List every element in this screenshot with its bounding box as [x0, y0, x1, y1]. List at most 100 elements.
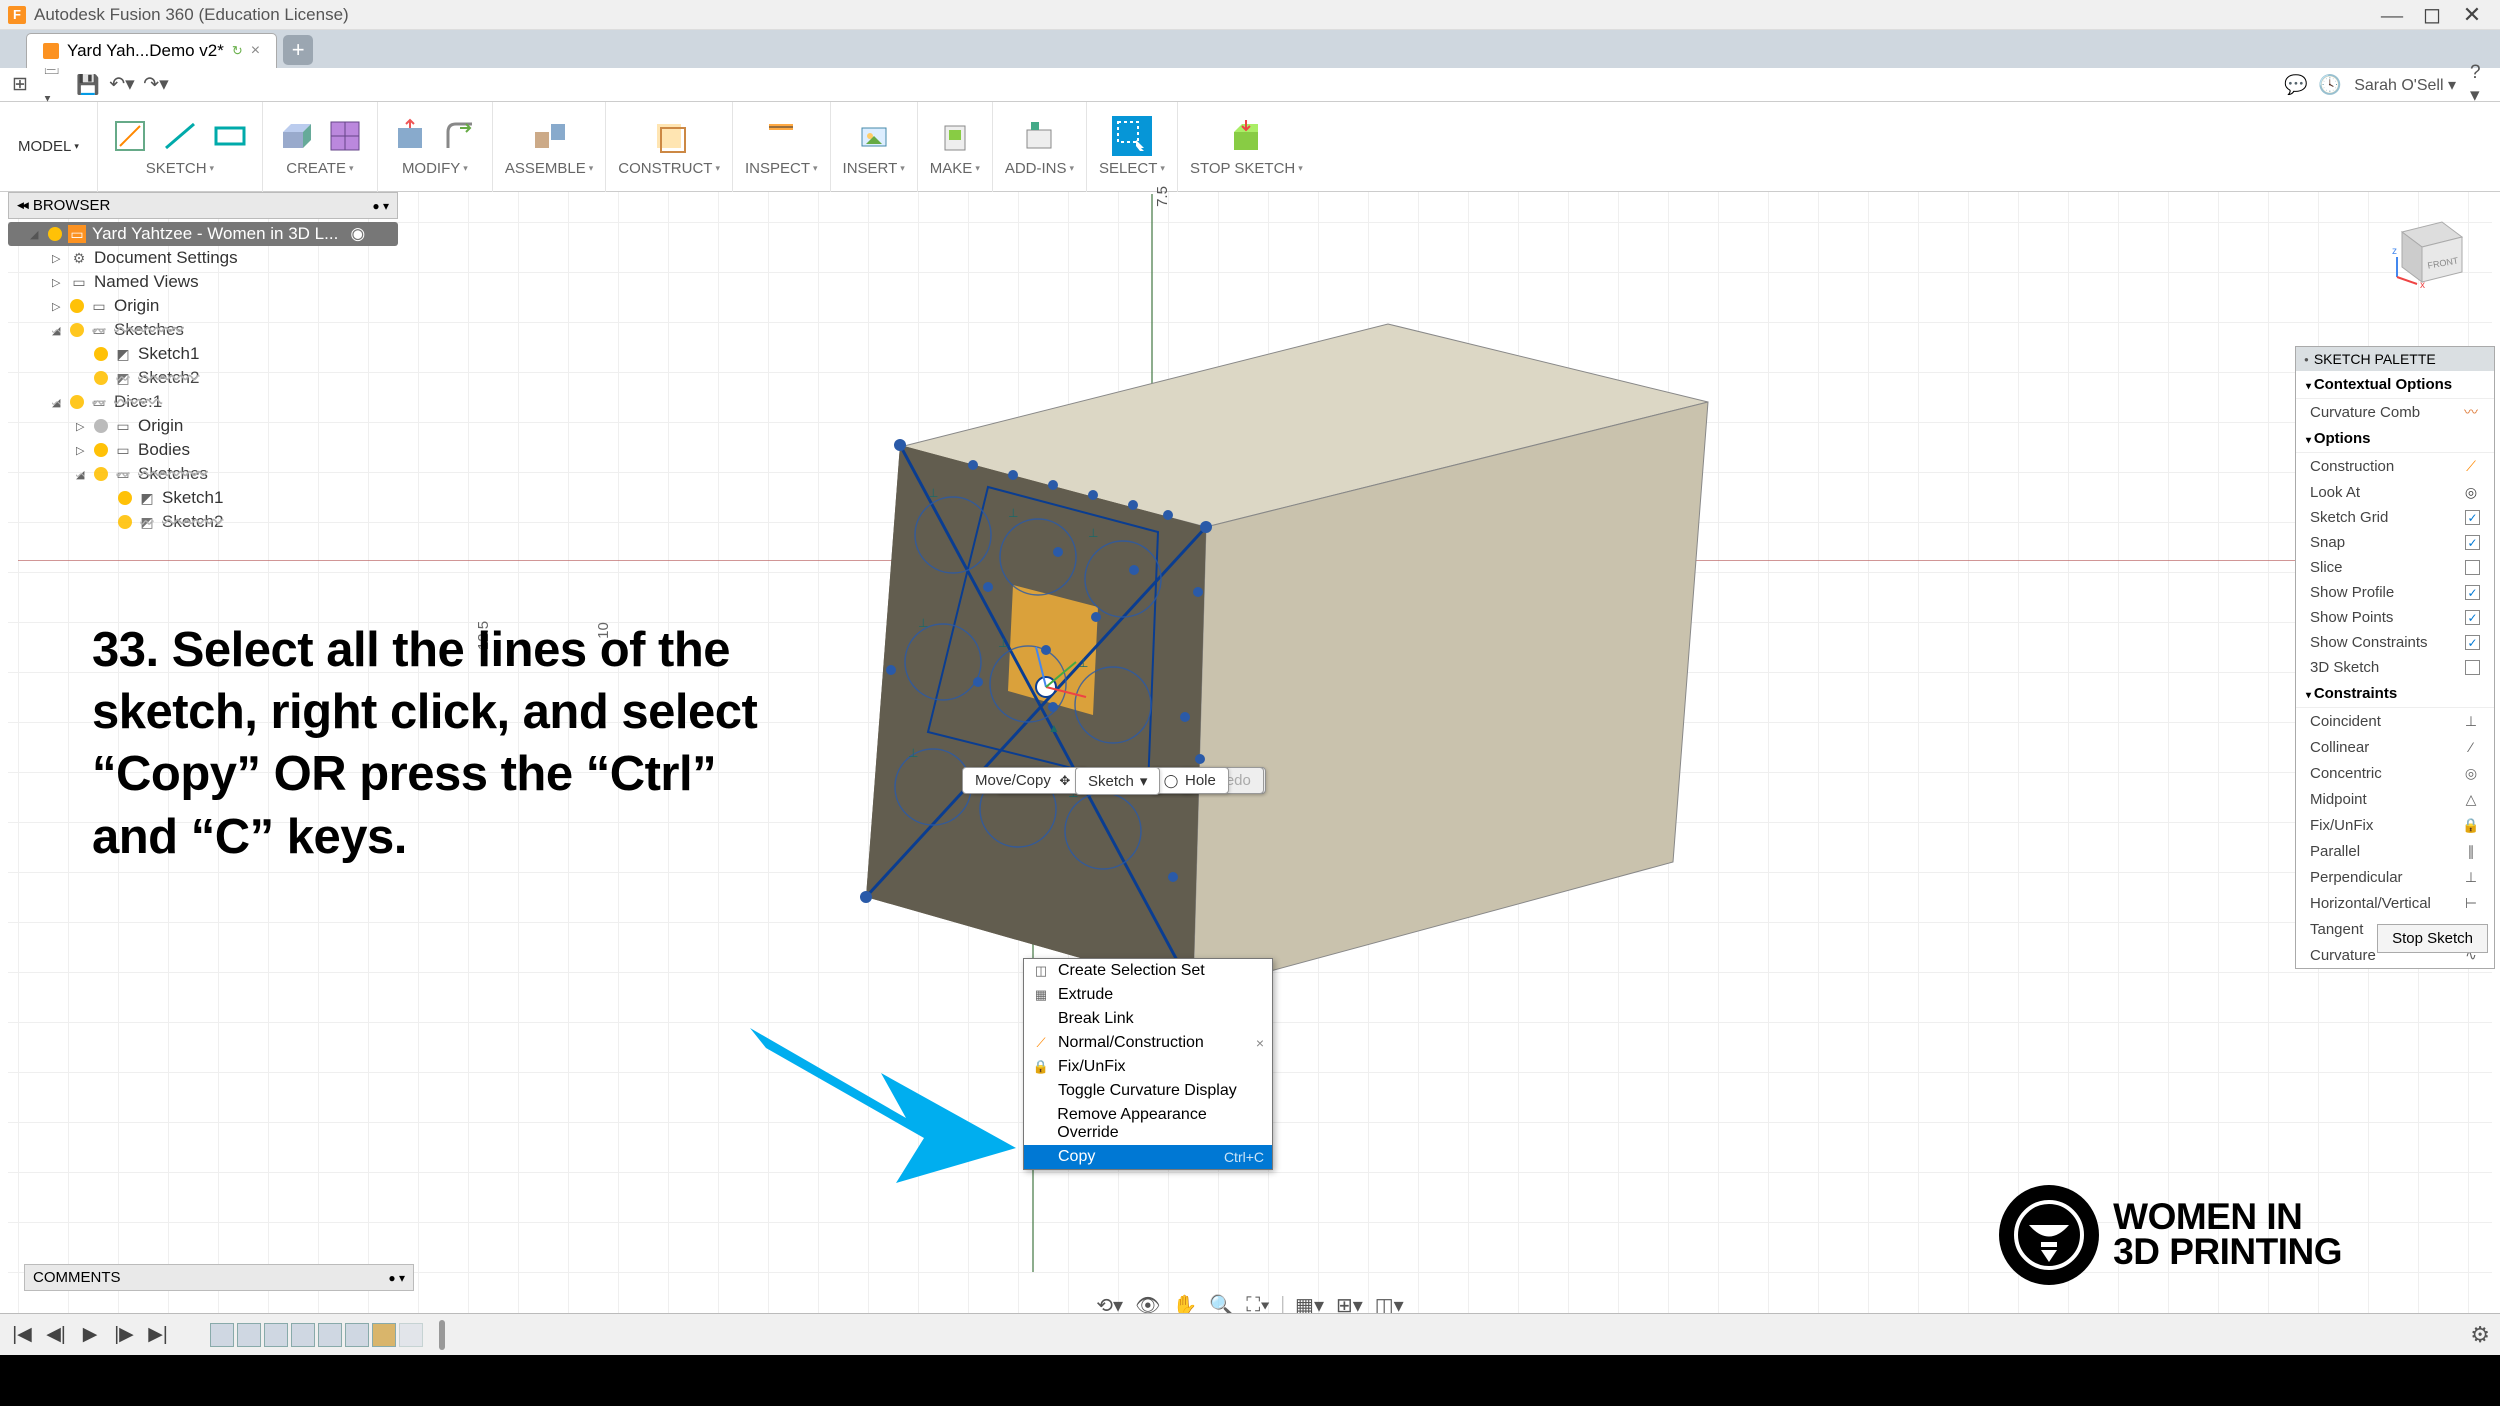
ribbon-select[interactable]: SELECT: [1087, 102, 1178, 192]
document-tab[interactable]: Yard Yah...Demo v2* ↻ ×: [26, 33, 277, 68]
browser-item[interactable]: ◢▭Sketches: [8, 318, 398, 342]
browser-item[interactable]: ▷▭Bodies: [8, 438, 398, 462]
mm-hole[interactable]: ◯Hole: [1150, 767, 1229, 794]
ribbon-create[interactable]: CREATE: [263, 102, 378, 192]
browser-item[interactable]: ◩Sketch2: [8, 366, 398, 390]
timeline-stepfwd[interactable]: |▶: [112, 1323, 136, 1346]
mm-movecopy[interactable]: Move/Copy✥: [962, 767, 1086, 794]
context-menu-item[interactable]: ⟋Normal/Construction×: [1024, 1031, 1272, 1055]
context-menu-item[interactable]: ◫Create Selection Set: [1024, 959, 1272, 983]
extensions-icon[interactable]: 💬: [2286, 75, 2306, 95]
job-status-icon[interactable]: 🕓: [2320, 75, 2340, 95]
rect-icon[interactable]: [210, 116, 250, 156]
palette-option[interactable]: Look At◎: [2296, 479, 2494, 505]
new-tab-button[interactable]: +: [283, 35, 313, 65]
ribbon-modify[interactable]: MODIFY: [378, 102, 493, 192]
palette-option[interactable]: Sketch Grid: [2296, 505, 2494, 530]
browser-item[interactable]: ◩Sketch2: [8, 510, 398, 534]
pin-icon[interactable]: ● ▾: [372, 199, 389, 213]
viewport[interactable]: 7.5 12.5 10: [8, 192, 2492, 1313]
palette-header[interactable]: SKETCH PALETTE: [2296, 347, 2494, 371]
workspace-switcher[interactable]: MODEL: [0, 102, 98, 192]
line-icon[interactable]: [160, 116, 200, 156]
extrude-icon[interactable]: [275, 116, 315, 156]
palette-option[interactable]: Snap: [2296, 530, 2494, 555]
palette-constraint[interactable]: Parallel∥: [2296, 838, 2494, 864]
help-icon[interactable]: ?▾: [2470, 75, 2490, 95]
ribbon-inspect[interactable]: INSPECT: [733, 102, 831, 192]
timeline-marker[interactable]: [439, 1320, 445, 1350]
timeline-play[interactable]: ▶: [78, 1323, 102, 1346]
maximize-button[interactable]: ◻: [2412, 1, 2452, 29]
browser-item[interactable]: ◩Sketch1: [8, 342, 398, 366]
ribbon-sketch[interactable]: SKETCH: [98, 102, 263, 192]
close-button[interactable]: ✕: [2452, 1, 2492, 29]
palette-constraint[interactable]: Concentric◎: [2296, 760, 2494, 786]
timeline-features[interactable]: [210, 1323, 423, 1347]
palette-constraint[interactable]: Horizontal/Vertical⊢: [2296, 890, 2494, 916]
fillet-icon[interactable]: [440, 116, 480, 156]
browser-header[interactable]: BROWSER● ▾: [8, 192, 398, 219]
construct-icon[interactable]: [649, 116, 689, 156]
timeline-settings[interactable]: ⚙: [2470, 1322, 2490, 1348]
palette-option[interactable]: Show Constraints: [2296, 630, 2494, 655]
select-icon[interactable]: [1112, 116, 1152, 156]
palette-constraint[interactable]: Perpendicular⊥: [2296, 864, 2494, 890]
ribbon-insert[interactable]: INSERT: [831, 102, 918, 192]
context-menu-item[interactable]: CopyCtrl+C: [1024, 1145, 1272, 1169]
insert-icon[interactable]: [854, 116, 894, 156]
timeline-end[interactable]: ▶|: [146, 1323, 170, 1346]
palette-constraint[interactable]: Coincident⊥: [2296, 708, 2494, 734]
presspull-icon[interactable]: [390, 116, 430, 156]
timeline-stepback[interactable]: ◀|: [44, 1323, 68, 1346]
3d-model[interactable]: ⊥⊥⊥ ⊥⊥⊥ ⊥⊥⊥ ▲▲: [838, 287, 1688, 1017]
palette-option[interactable]: Show Profile: [2296, 580, 2494, 605]
ribbon-assemble[interactable]: ASSEMBLE: [493, 102, 606, 192]
browser-item[interactable]: ◢▭Dice:1: [8, 390, 398, 414]
mm-sketch[interactable]: Sketch ▾: [1075, 767, 1160, 795]
context-menu-item[interactable]: ▦Extrude: [1024, 983, 1272, 1007]
palette-constraint[interactable]: Midpoint△: [2296, 786, 2494, 812]
browser-item[interactable]: ▷▭Origin: [8, 294, 398, 318]
data-panel-icon[interactable]: ⊞: [10, 75, 30, 95]
file-menu-icon[interactable]: 🖹▾: [44, 75, 64, 95]
tab-recover-icon[interactable]: ↻: [232, 43, 243, 59]
timeline-start[interactable]: |◀: [10, 1323, 34, 1346]
context-menu-item[interactable]: Toggle Curvature Display: [1024, 1079, 1272, 1103]
stop-sketch-icon[interactable]: [1226, 116, 1266, 156]
browser-item[interactable]: ▷⚙Document Settings: [8, 246, 398, 270]
palette-section-contextual[interactable]: Contextual Options: [2296, 371, 2494, 399]
palette-section-options[interactable]: Options: [2296, 425, 2494, 453]
palette-option[interactable]: Construction⟋: [2296, 453, 2494, 479]
comments-panel[interactable]: COMMENTS● ▾: [24, 1264, 414, 1291]
palette-option[interactable]: Slice: [2296, 555, 2494, 580]
new-sketch-icon[interactable]: [110, 116, 150, 156]
browser-item[interactable]: ▷▭Origin: [8, 414, 398, 438]
assemble-icon[interactable]: [529, 116, 569, 156]
redo-icon[interactable]: ↷▾: [146, 75, 166, 95]
box-icon[interactable]: [325, 116, 365, 156]
browser-item[interactable]: ◩Sketch1: [8, 486, 398, 510]
save-icon[interactable]: 💾: [78, 75, 98, 95]
addins-icon[interactable]: [1019, 116, 1059, 156]
palette-option[interactable]: Show Points: [2296, 605, 2494, 630]
context-menu-item[interactable]: Remove Appearance Override: [1024, 1103, 1272, 1145]
tab-close-icon[interactable]: ×: [251, 42, 260, 60]
browser-item[interactable]: ◢▭Sketches: [8, 462, 398, 486]
ribbon-addins[interactable]: ADD-INS: [993, 102, 1087, 192]
stop-sketch-button[interactable]: Stop Sketch: [2377, 924, 2488, 953]
palette-constraint[interactable]: Collinear⁄: [2296, 734, 2494, 760]
browser-root[interactable]: ◢▭ Yard Yahtzee - Women in 3D L...◉: [8, 222, 398, 246]
minimize-button[interactable]: —: [2372, 1, 2412, 29]
browser-item[interactable]: ▷▭Named Views: [8, 270, 398, 294]
palette-constraint[interactable]: Fix/UnFix🔒: [2296, 812, 2494, 838]
context-menu-item[interactable]: Break Link: [1024, 1007, 1272, 1031]
palette-section-constraints[interactable]: Constraints: [2296, 680, 2494, 708]
user-menu[interactable]: Sarah O'Sell ▾: [2354, 75, 2456, 95]
context-menu-item[interactable]: 🔒Fix/UnFix: [1024, 1055, 1272, 1079]
ribbon-stop-sketch[interactable]: STOP SKETCH: [1178, 102, 1315, 192]
view-cube[interactable]: FRONT z x: [2382, 202, 2472, 292]
ribbon-construct[interactable]: CONSTRUCT: [606, 102, 733, 192]
ribbon-make[interactable]: MAKE: [918, 102, 993, 192]
make-icon[interactable]: [935, 116, 975, 156]
